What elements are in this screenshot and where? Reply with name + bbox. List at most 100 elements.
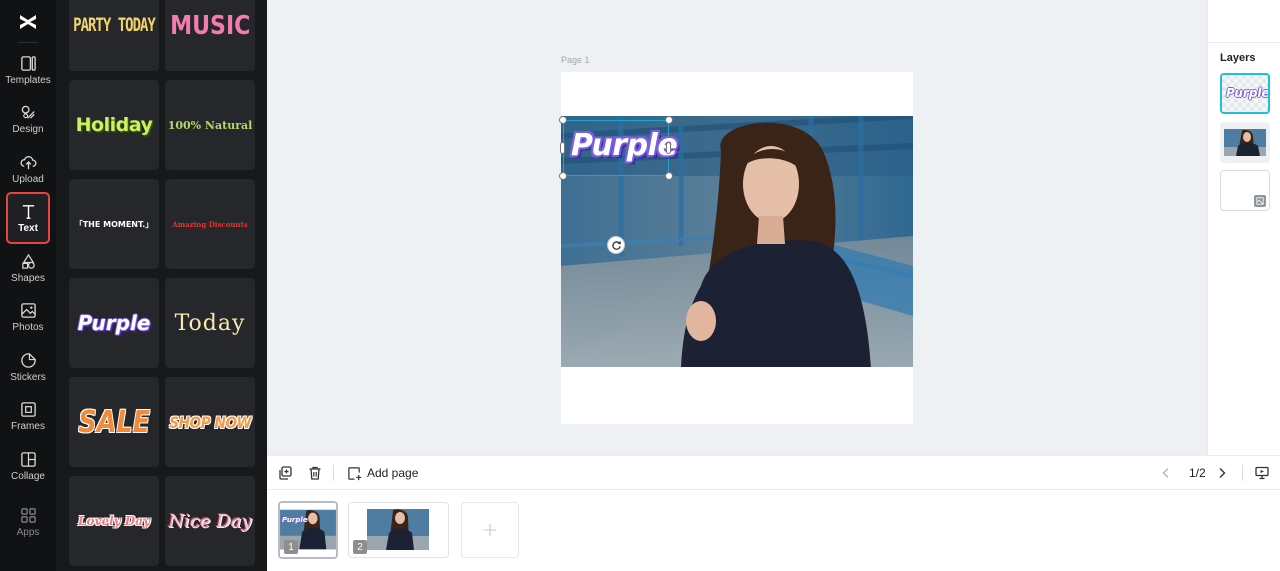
canvas-area: Page 1 Purple [267,0,1207,455]
text-style-nice-day[interactable]: Nice Day [165,476,255,566]
layer-background[interactable] [1220,170,1270,211]
nav-item-shapes[interactable]: Shapes [6,242,50,294]
nav-item-text[interactable]: Text [6,192,50,244]
layer-text-purple[interactable]: Purple [1220,73,1270,114]
page-thumbnail-1[interactable]: Purple 1 [278,501,338,559]
text-style-music[interactable]: MUSIC [165,0,255,71]
nav-label-collage: Collage [11,470,45,482]
layer-thumb-text: Purple [1226,86,1270,100]
shapes-icon [21,253,35,269]
page-thumbnail-2[interactable]: 2 [348,502,449,558]
text-icon [22,204,34,219]
nav-label-templates: Templates [5,74,51,86]
nav-item-apps[interactable]: Apps [6,496,50,548]
text-styles-panel: PARTY TODAY MUSIC Holiday 100% Natural 「… [56,0,267,571]
rotate-handle[interactable] [607,236,625,254]
text-style-today[interactable]: Today [165,278,255,368]
prev-page-icon[interactable] [1158,465,1174,481]
nav-label-frames: Frames [11,420,45,432]
collage-icon [20,451,36,467]
nav-divider [18,42,38,43]
design-icon [21,105,35,119]
nav-label-design: Design [12,123,44,135]
text-style-label: MUSIC [169,11,251,41]
nav-label-stickers: Stickers [10,371,46,383]
layers-divider [1208,42,1280,43]
nav-label-photos: Photos [12,321,44,333]
nav-label-shapes: Shapes [11,272,45,284]
background-layer-icon [1254,195,1266,207]
resize-handle-top-right[interactable] [665,116,673,124]
duplicate-page-icon[interactable] [277,465,293,481]
left-nav: Templates Design Upload Text Shapes Phot… [0,0,56,571]
nav-item-upload[interactable]: Upload [6,143,50,195]
text-style-label: Lovely Day [78,514,150,528]
rotate-icon [611,240,621,250]
text-style-label: Today [174,310,246,336]
resize-handle-left[interactable] [560,142,565,154]
add-page-icon [348,466,362,480]
text-style-label: Amazing Discounts [172,219,248,229]
nav-item-stickers[interactable]: Stickers [6,341,50,393]
page-number-badge: 2 [353,540,367,554]
resize-handle-bottom-right[interactable] [665,172,673,180]
nav-label-upload: Upload [12,173,44,185]
text-style-purple[interactable]: Purple [69,278,159,368]
text-style-label: Nice Day [168,510,252,532]
add-page-label: Add page [367,466,419,480]
selected-text-element[interactable]: Purple [571,128,678,163]
delete-page-icon[interactable] [307,465,323,481]
frames-icon [20,401,36,417]
text-style-100-natural[interactable]: 100% Natural [165,80,255,170]
page-counter: 1/2 [1189,466,1206,480]
present-icon[interactable] [1254,465,1270,481]
text-style-holiday[interactable]: Holiday [69,80,159,170]
photos-icon [20,302,36,318]
text-style-the-moment[interactable]: 「THE MOMENT.」 [69,179,159,269]
stickers-icon [20,352,36,368]
layers-title: Layers [1220,52,1256,64]
nav-item-photos[interactable]: Photos [6,291,50,343]
thumbnail-text: Purple [282,516,308,524]
templates-icon [20,55,36,71]
resize-handle-right[interactable] [666,142,671,154]
page-thumbnails: Purple 1 2 [267,490,1280,571]
text-style-label: 「THE MOMENT.」 [74,219,154,229]
text-style-label: SALE [78,404,150,440]
add-page-thumbnail-button[interactable] [461,502,519,558]
page-label: Page 1 [561,55,590,65]
text-style-lovely-day[interactable]: Lovely Day [69,476,159,566]
capcut-logo-icon[interactable] [16,10,40,34]
nav-label-text: Text [18,222,38,234]
plus-icon [483,523,497,537]
add-page-button[interactable]: Add page [347,464,418,482]
layer-image-thumbnail [1224,129,1266,156]
resize-handle-bottom-left[interactable] [559,172,567,180]
text-style-label: PARTY TODAY [73,15,156,37]
page-toolbar: Add page 1/2 [267,455,1280,490]
text-style-label: Holiday [75,114,153,136]
nav-label-apps: Apps [16,526,40,538]
resize-handle-top-left[interactable] [559,116,567,124]
apps-icon [20,507,36,523]
next-page-icon[interactable] [1214,465,1230,481]
nav-item-collage[interactable]: Collage [6,440,50,492]
toolbar-divider [333,465,334,481]
upload-icon [19,155,36,169]
toolbar-divider-right [1242,465,1243,481]
nav-item-frames[interactable]: Frames [6,390,50,442]
text-style-label: SHOP NOW [169,412,252,432]
text-style-sale[interactable]: SALE [69,377,159,467]
app-window: Templates Design Upload Text Shapes Phot… [0,0,1280,571]
text-style-label: 100% Natural [167,118,253,132]
nav-item-templates[interactable]: Templates [5,44,51,96]
text-style-amazing-discounts[interactable]: Amazing Discounts [165,179,255,269]
text-style-label: Purple [77,311,151,335]
nav-item-design[interactable]: Design [6,93,50,145]
layers-panel: Layers Purple [1207,0,1280,455]
design-page[interactable]: Purple [559,72,913,424]
layer-image[interactable] [1220,122,1270,163]
text-style-shop-now[interactable]: SHOP NOW [165,377,255,467]
page-number-badge: 1 [284,540,298,554]
text-style-party-today[interactable]: PARTY TODAY [69,0,159,71]
